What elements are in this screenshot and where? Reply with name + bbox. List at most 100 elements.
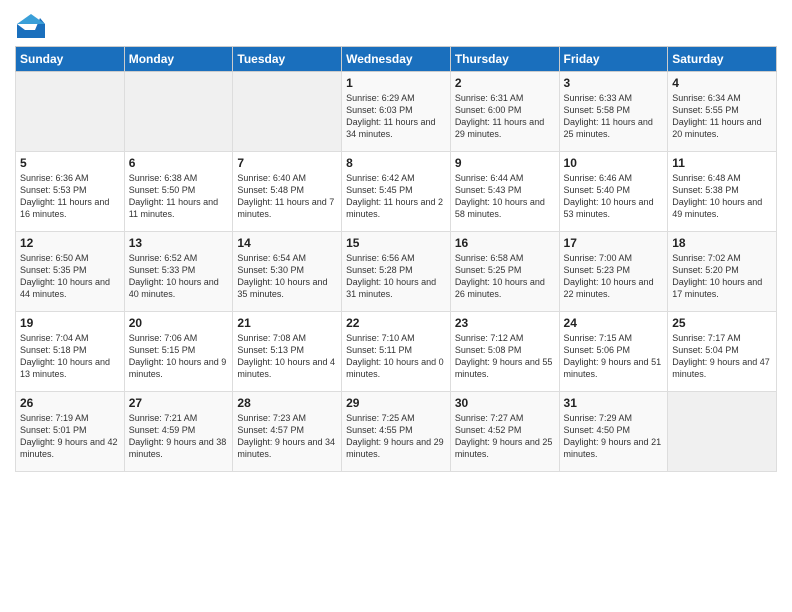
day-cell: 10 Sunrise: 6:46 AM Sunset: 5:40 PM Dayl…	[559, 152, 668, 232]
day-cell: 29 Sunrise: 7:25 AM Sunset: 4:55 PM Dayl…	[342, 392, 451, 472]
day-number: 27	[129, 396, 229, 410]
day-info: Sunrise: 7:02 AM Sunset: 5:20 PM Dayligh…	[672, 252, 772, 301]
day-cell: 6 Sunrise: 6:38 AM Sunset: 5:50 PM Dayli…	[124, 152, 233, 232]
day-cell: 31 Sunrise: 7:29 AM Sunset: 4:50 PM Dayl…	[559, 392, 668, 472]
day-cell: 26 Sunrise: 7:19 AM Sunset: 5:01 PM Dayl…	[16, 392, 125, 472]
week-row-3: 19 Sunrise: 7:04 AM Sunset: 5:18 PM Dayl…	[16, 312, 777, 392]
day-cell: 9 Sunrise: 6:44 AM Sunset: 5:43 PM Dayli…	[450, 152, 559, 232]
week-row-1: 5 Sunrise: 6:36 AM Sunset: 5:53 PM Dayli…	[16, 152, 777, 232]
day-number: 28	[237, 396, 337, 410]
day-cell: 2 Sunrise: 6:31 AM Sunset: 6:00 PM Dayli…	[450, 72, 559, 152]
day-info: Sunrise: 6:34 AM Sunset: 5:55 PM Dayligh…	[672, 92, 772, 141]
day-cell: 13 Sunrise: 6:52 AM Sunset: 5:33 PM Dayl…	[124, 232, 233, 312]
day-info: Sunrise: 7:17 AM Sunset: 5:04 PM Dayligh…	[672, 332, 772, 381]
day-cell: 15 Sunrise: 6:56 AM Sunset: 5:28 PM Dayl…	[342, 232, 451, 312]
day-info: Sunrise: 6:56 AM Sunset: 5:28 PM Dayligh…	[346, 252, 446, 301]
day-info: Sunrise: 6:50 AM Sunset: 5:35 PM Dayligh…	[20, 252, 120, 301]
day-number: 15	[346, 236, 446, 250]
day-cell: 18 Sunrise: 7:02 AM Sunset: 5:20 PM Dayl…	[668, 232, 777, 312]
day-number: 19	[20, 316, 120, 330]
day-number: 2	[455, 76, 555, 90]
day-info: Sunrise: 7:19 AM Sunset: 5:01 PM Dayligh…	[20, 412, 120, 461]
day-cell: 17 Sunrise: 7:00 AM Sunset: 5:23 PM Dayl…	[559, 232, 668, 312]
calendar-table: SundayMondayTuesdayWednesdayThursdayFrid…	[15, 46, 777, 472]
day-cell: 20 Sunrise: 7:06 AM Sunset: 5:15 PM Dayl…	[124, 312, 233, 392]
day-info: Sunrise: 7:23 AM Sunset: 4:57 PM Dayligh…	[237, 412, 337, 461]
day-info: Sunrise: 6:42 AM Sunset: 5:45 PM Dayligh…	[346, 172, 446, 221]
day-number: 21	[237, 316, 337, 330]
day-cell: 14 Sunrise: 6:54 AM Sunset: 5:30 PM Dayl…	[233, 232, 342, 312]
col-header-wednesday: Wednesday	[342, 47, 451, 72]
day-number: 29	[346, 396, 446, 410]
col-header-monday: Monday	[124, 47, 233, 72]
day-number: 9	[455, 156, 555, 170]
day-cell: 22 Sunrise: 7:10 AM Sunset: 5:11 PM Dayl…	[342, 312, 451, 392]
day-info: Sunrise: 6:46 AM Sunset: 5:40 PM Dayligh…	[564, 172, 664, 221]
day-info: Sunrise: 6:52 AM Sunset: 5:33 PM Dayligh…	[129, 252, 229, 301]
day-info: Sunrise: 6:44 AM Sunset: 5:43 PM Dayligh…	[455, 172, 555, 221]
day-number: 10	[564, 156, 664, 170]
col-header-thursday: Thursday	[450, 47, 559, 72]
day-info: Sunrise: 7:10 AM Sunset: 5:11 PM Dayligh…	[346, 332, 446, 381]
day-number: 26	[20, 396, 120, 410]
day-cell	[124, 72, 233, 152]
day-cell: 8 Sunrise: 6:42 AM Sunset: 5:45 PM Dayli…	[342, 152, 451, 232]
day-number: 8	[346, 156, 446, 170]
col-header-saturday: Saturday	[668, 47, 777, 72]
day-number: 30	[455, 396, 555, 410]
day-number: 13	[129, 236, 229, 250]
day-info: Sunrise: 7:21 AM Sunset: 4:59 PM Dayligh…	[129, 412, 229, 461]
day-cell: 7 Sunrise: 6:40 AM Sunset: 5:48 PM Dayli…	[233, 152, 342, 232]
day-info: Sunrise: 7:15 AM Sunset: 5:06 PM Dayligh…	[564, 332, 664, 381]
day-info: Sunrise: 6:58 AM Sunset: 5:25 PM Dayligh…	[455, 252, 555, 301]
day-info: Sunrise: 6:54 AM Sunset: 5:30 PM Dayligh…	[237, 252, 337, 301]
day-cell: 25 Sunrise: 7:17 AM Sunset: 5:04 PM Dayl…	[668, 312, 777, 392]
day-number: 24	[564, 316, 664, 330]
day-number: 16	[455, 236, 555, 250]
day-cell	[16, 72, 125, 152]
day-cell: 3 Sunrise: 6:33 AM Sunset: 5:58 PM Dayli…	[559, 72, 668, 152]
day-number: 12	[20, 236, 120, 250]
day-cell: 19 Sunrise: 7:04 AM Sunset: 5:18 PM Dayl…	[16, 312, 125, 392]
day-number: 4	[672, 76, 772, 90]
day-info: Sunrise: 7:08 AM Sunset: 5:13 PM Dayligh…	[237, 332, 337, 381]
week-row-2: 12 Sunrise: 6:50 AM Sunset: 5:35 PM Dayl…	[16, 232, 777, 312]
col-header-sunday: Sunday	[16, 47, 125, 72]
day-number: 7	[237, 156, 337, 170]
col-header-friday: Friday	[559, 47, 668, 72]
day-number: 25	[672, 316, 772, 330]
day-number: 23	[455, 316, 555, 330]
day-number: 20	[129, 316, 229, 330]
day-cell: 23 Sunrise: 7:12 AM Sunset: 5:08 PM Dayl…	[450, 312, 559, 392]
day-info: Sunrise: 7:29 AM Sunset: 4:50 PM Dayligh…	[564, 412, 664, 461]
day-cell: 11 Sunrise: 6:48 AM Sunset: 5:38 PM Dayl…	[668, 152, 777, 232]
day-info: Sunrise: 7:00 AM Sunset: 5:23 PM Dayligh…	[564, 252, 664, 301]
day-info: Sunrise: 6:38 AM Sunset: 5:50 PM Dayligh…	[129, 172, 229, 221]
day-info: Sunrise: 7:27 AM Sunset: 4:52 PM Dayligh…	[455, 412, 555, 461]
col-header-tuesday: Tuesday	[233, 47, 342, 72]
day-cell: 21 Sunrise: 7:08 AM Sunset: 5:13 PM Dayl…	[233, 312, 342, 392]
logo-icon	[17, 10, 45, 38]
day-number: 6	[129, 156, 229, 170]
day-cell: 27 Sunrise: 7:21 AM Sunset: 4:59 PM Dayl…	[124, 392, 233, 472]
day-info: Sunrise: 7:04 AM Sunset: 5:18 PM Dayligh…	[20, 332, 120, 381]
day-cell	[668, 392, 777, 472]
day-number: 11	[672, 156, 772, 170]
day-info: Sunrise: 7:25 AM Sunset: 4:55 PM Dayligh…	[346, 412, 446, 461]
day-cell: 4 Sunrise: 6:34 AM Sunset: 5:55 PM Dayli…	[668, 72, 777, 152]
day-info: Sunrise: 6:48 AM Sunset: 5:38 PM Dayligh…	[672, 172, 772, 221]
logo	[15, 10, 45, 38]
day-number: 18	[672, 236, 772, 250]
header	[15, 10, 777, 38]
day-number: 5	[20, 156, 120, 170]
day-info: Sunrise: 6:33 AM Sunset: 5:58 PM Dayligh…	[564, 92, 664, 141]
day-cell: 28 Sunrise: 7:23 AM Sunset: 4:57 PM Dayl…	[233, 392, 342, 472]
day-number: 1	[346, 76, 446, 90]
day-cell: 16 Sunrise: 6:58 AM Sunset: 5:25 PM Dayl…	[450, 232, 559, 312]
day-info: Sunrise: 6:29 AM Sunset: 6:03 PM Dayligh…	[346, 92, 446, 141]
header-row: SundayMondayTuesdayWednesdayThursdayFrid…	[16, 47, 777, 72]
day-number: 17	[564, 236, 664, 250]
day-info: Sunrise: 6:40 AM Sunset: 5:48 PM Dayligh…	[237, 172, 337, 221]
day-cell: 1 Sunrise: 6:29 AM Sunset: 6:03 PM Dayli…	[342, 72, 451, 152]
day-info: Sunrise: 6:36 AM Sunset: 5:53 PM Dayligh…	[20, 172, 120, 221]
